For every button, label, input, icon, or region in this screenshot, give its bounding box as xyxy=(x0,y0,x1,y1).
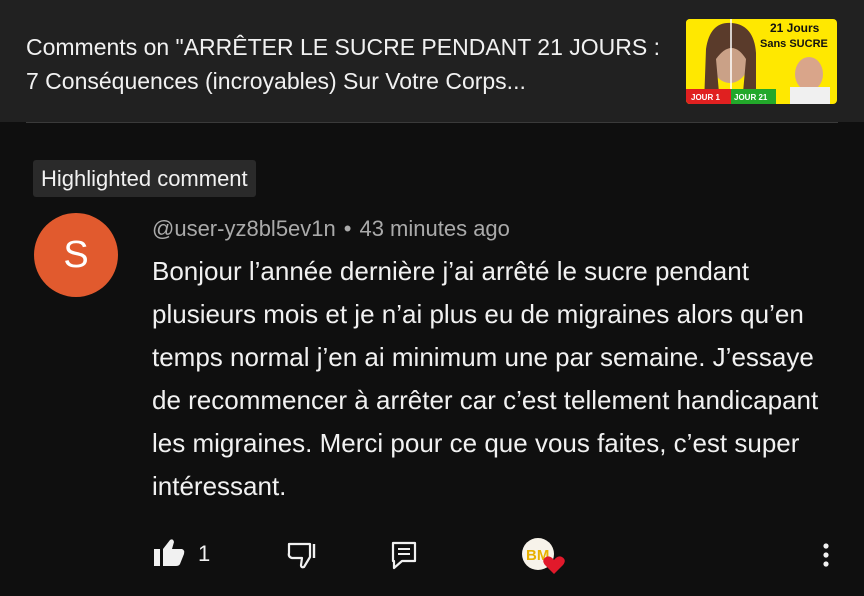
dislike-button[interactable] xyxy=(286,540,320,570)
header-divider xyxy=(26,122,838,123)
comments-header-title: Comments on "ARRÊTER LE SUCRE PENDANT 21… xyxy=(26,34,661,94)
thumbnail-label-left: JOUR 1 xyxy=(691,93,720,102)
comment-actions: 1 BM xyxy=(0,530,864,578)
comment-meta: @user-yz8bl5ev1n • 43 minutes ago xyxy=(152,214,510,244)
comments-header: Comments on "ARRÊTER LE SUCRE PENDANT 21… xyxy=(0,0,864,122)
like-count: 1 xyxy=(198,541,211,566)
more-options-button[interactable] xyxy=(816,540,836,570)
thumbs-up-icon xyxy=(154,539,185,566)
highlighted-comment-label: Highlighted comment xyxy=(33,160,256,197)
video-thumbnail[interactable]: 21 Jours Sans SUCRE JOUR 1 JOUR 21 xyxy=(686,19,837,104)
author-avatar[interactable]: S xyxy=(34,213,118,297)
creator-heart-icon: BM xyxy=(520,536,570,576)
like-button[interactable] xyxy=(152,538,186,568)
comment-author[interactable]: @user-yz8bl5ev1n xyxy=(152,216,336,241)
comment-text: Bonjour l’année dernière j’ai arrêté le … xyxy=(152,256,819,501)
reply-icon xyxy=(391,541,417,570)
thumbnail-badge-line1: 21 Jours xyxy=(770,21,820,35)
reply-button[interactable] xyxy=(390,540,418,570)
thumbnail-badge-line2: Sans SUCRE xyxy=(760,38,828,50)
thumbs-down-icon xyxy=(287,542,316,569)
thumbnail-label-right: JOUR 21 xyxy=(734,93,768,102)
more-vertical-icon xyxy=(823,543,829,567)
meta-separator: • xyxy=(343,216,352,241)
comment-time: 43 minutes ago xyxy=(359,216,510,241)
